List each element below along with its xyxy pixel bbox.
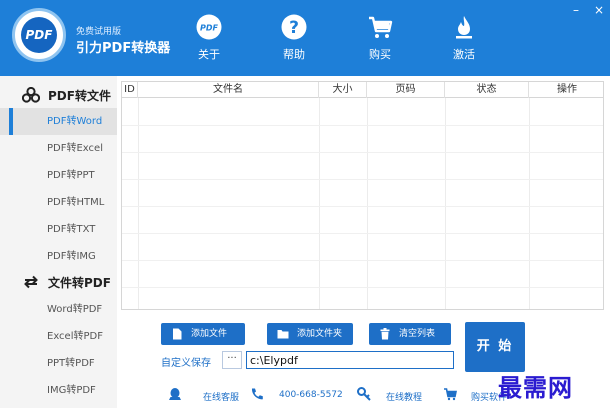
start-button[interactable]: 开 始: [465, 322, 525, 372]
sidebar-item-ppt-to-pdf[interactable]: PPT转PDF: [0, 350, 117, 377]
phone-number: 400-668-5572: [279, 390, 343, 400]
online-tutorial-link[interactable]: 在线教程: [386, 390, 422, 403]
question-icon: ?: [281, 14, 307, 40]
phone-icon: [251, 388, 263, 400]
sidebar: PDF转文件 PDF转Word PDF转Excel PDF转PPT PDF转HT…: [0, 76, 117, 408]
nav-help[interactable]: ? 帮助: [264, 14, 324, 70]
sidebar-item-word-to-pdf[interactable]: Word转PDF: [0, 296, 117, 323]
col-id: ID: [122, 82, 138, 98]
grid-line: [122, 233, 603, 234]
close-button[interactable]: ×: [594, 3, 604, 17]
col-actions: 操作: [557, 84, 577, 95]
logo-text: PDF: [21, 17, 57, 53]
watermark: 最需网: [498, 373, 573, 402]
svg-text:?: ?: [289, 18, 299, 38]
grid-line: [445, 98, 446, 309]
app-window: PDF 免费试用版 引力PDF转换器 PDF 关于 ? 帮助 购买 激活 – ×…: [0, 0, 610, 408]
grid-line: [122, 287, 603, 288]
section-file-to-pdf-label: 文件转PDF: [48, 276, 111, 290]
support-icon: [169, 388, 181, 400]
nav-buy[interactable]: 购买: [350, 14, 410, 70]
flame-icon: [456, 16, 472, 39]
cart-icon: [369, 16, 393, 38]
nav-activate[interactable]: 激活: [434, 14, 494, 70]
sidebar-item-pdf-to-html[interactable]: PDF转HTML: [0, 189, 117, 216]
col-filename: 文件名: [138, 82, 319, 98]
col-pages: 页码: [367, 82, 445, 98]
nav-about-label: 关于: [198, 48, 220, 61]
section-pdf-to-file: PDF转文件: [0, 80, 117, 110]
grid-line: [319, 98, 320, 309]
grid-line: [122, 125, 603, 126]
pdf-badge-icon: PDF: [196, 14, 222, 40]
add-file-label: 添加文件: [191, 329, 228, 339]
save-path-input[interactable]: [246, 351, 454, 369]
cluster-icon: [22, 87, 40, 103]
col-size: 大小: [319, 82, 367, 98]
sidebar-item-pdf-to-excel[interactable]: PDF转Excel: [0, 135, 117, 162]
swap-icon: [24, 275, 38, 289]
section-file-to-pdf: 文件转PDF: [0, 267, 117, 297]
sidebar-item-pdf-to-word[interactable]: PDF转Word: [0, 108, 117, 135]
nav-activate-label: 激活: [453, 48, 475, 61]
nav-buy-label: 购买: [369, 48, 391, 61]
sidebar-item-img-to-pdf[interactable]: IMG转PDF: [0, 377, 117, 404]
custom-save-link[interactable]: 自定义保存: [161, 354, 211, 369]
minimize-button[interactable]: –: [573, 3, 579, 17]
key-icon: [357, 387, 371, 401]
add-folder-button[interactable]: 添加文件夹: [267, 323, 353, 345]
browse-button[interactable]: ···: [222, 351, 242, 369]
sidebar-item-pdf-to-img[interactable]: PDF转IMG: [0, 243, 117, 270]
cart-small-icon: [444, 388, 457, 401]
title-bar: PDF 免费试用版 引力PDF转换器 PDF 关于 ? 帮助 购买 激活 – ×: [0, 0, 610, 76]
sidebar-item-pdf-to-txt[interactable]: PDF转TXT: [0, 216, 117, 243]
clear-list-button[interactable]: 清空列表: [369, 323, 451, 345]
grid-line: [529, 98, 530, 309]
file-icon: [173, 328, 182, 340]
nav-help-label: 帮助: [283, 48, 305, 61]
file-table[interactable]: ID 文件名 大小 页码 状态 操作: [121, 81, 604, 310]
trash-icon: [380, 328, 390, 340]
sidebar-item-pdf-to-ppt[interactable]: PDF转PPT: [0, 162, 117, 189]
clear-list-label: 清空列表: [399, 329, 436, 339]
edition-label: 免费试用版: [76, 27, 122, 37]
grid-line: [138, 98, 139, 309]
app-logo: PDF: [12, 8, 66, 62]
add-file-button[interactable]: 添加文件: [161, 323, 245, 345]
grid-line: [122, 152, 603, 153]
nav-about[interactable]: PDF 关于: [179, 14, 239, 70]
table-header: ID 文件名 大小 页码 状态 操作: [122, 82, 603, 98]
add-folder-label: 添加文件夹: [297, 329, 343, 339]
online-service-link[interactable]: 在线客服: [203, 390, 239, 403]
grid-line: [122, 260, 603, 261]
col-status: 状态: [445, 82, 529, 98]
folder-icon: [277, 330, 289, 339]
svg-text:PDF: PDF: [200, 24, 219, 33]
app-title: 引力PDF转换器: [76, 41, 171, 56]
sidebar-item-excel-to-pdf[interactable]: Excel转PDF: [0, 323, 117, 350]
section-pdf-to-file-label: PDF转文件: [48, 89, 111, 103]
grid-line: [367, 98, 368, 309]
grid-line: [122, 206, 603, 207]
grid-line: [122, 179, 603, 180]
